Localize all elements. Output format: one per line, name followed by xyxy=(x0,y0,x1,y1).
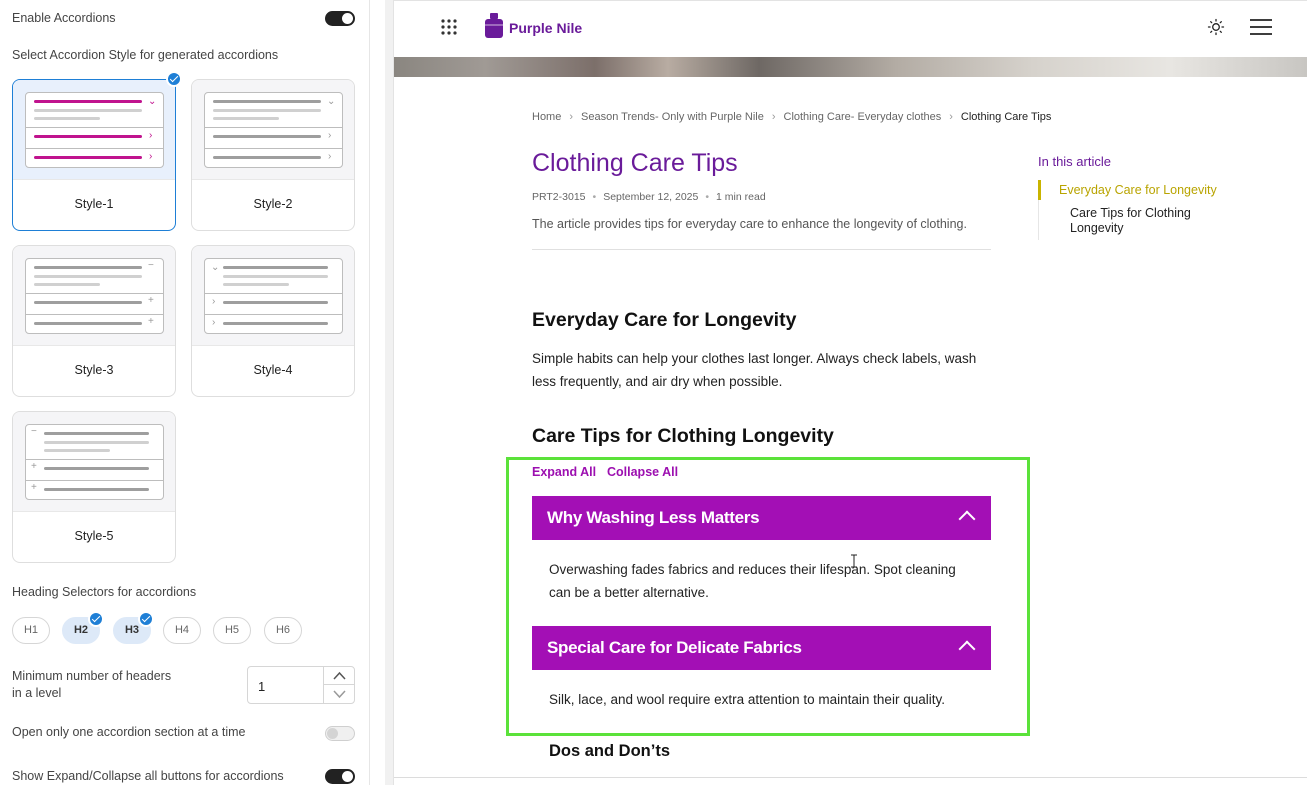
breadcrumb-season-trends[interactable]: Season Trends- Only with Purple Nile xyxy=(581,111,764,123)
breadcrumb-clothing-care[interactable]: Clothing Care- Everyday clothes xyxy=(784,111,942,123)
breadcrumb-current: Clothing Care Tips xyxy=(960,111,1052,123)
heading-h4-pill[interactable]: H4 xyxy=(163,617,201,644)
heading-h1-pill[interactable]: H1 xyxy=(12,617,50,644)
accordion-body-delicate: Silk, lace, and wool require extra atten… xyxy=(549,692,945,707)
accordion-body-washing: Overwashing fades fabrics and reduces th… xyxy=(549,562,956,600)
panel-divider[interactable] xyxy=(385,0,393,785)
min-headers-label: Minimum number of headers xyxy=(12,669,172,683)
accordion-title: Special Care for Delicate Fabrics xyxy=(547,638,802,657)
style-2-preview: ⌄ › › xyxy=(192,80,354,180)
style-4-card[interactable]: ⌄ › › Style-4 xyxy=(191,245,355,397)
section-text-everyday-care: Simple habits can help your clothes last… xyxy=(532,351,977,389)
breadcrumb-separator-icon: › xyxy=(569,111,574,123)
table-of-contents: In this article Everyday Care for Longev… xyxy=(1038,154,1238,240)
h3-check-icon xyxy=(138,611,154,627)
breadcrumb-separator-icon: › xyxy=(771,111,776,123)
style-1-card[interactable]: ⌄ › › Style-1 xyxy=(12,79,176,231)
toc-item-everyday-care[interactable]: Everyday Care for Longevity xyxy=(1059,183,1217,197)
chevron-up-icon xyxy=(958,640,976,658)
style-3-label: Style-3 xyxy=(74,363,114,377)
text-cursor-icon xyxy=(851,554,857,568)
article-date: September 12, 2025 xyxy=(603,191,699,203)
select-style-label: Select Accordion Style for generated acc… xyxy=(12,48,279,62)
style-5-label: Style-5 xyxy=(74,529,114,543)
brand-name[interactable]: Purple Nile xyxy=(509,20,582,36)
style-4-label: Style-4 xyxy=(253,363,293,377)
chevron-up-icon xyxy=(958,510,976,528)
menu-hamburger-icon[interactable] xyxy=(1250,18,1272,36)
article-read-time: 1 min read xyxy=(716,191,766,203)
breadcrumb-separator-icon: › xyxy=(949,111,953,123)
chevron-down-icon xyxy=(333,690,346,699)
brand-logo-icon[interactable] xyxy=(484,12,504,39)
style-3-card[interactable]: − + + Style-3 xyxy=(12,245,176,397)
style-1-preview: ⌄ › › xyxy=(13,80,175,180)
min-headers-value: 1 xyxy=(258,679,266,694)
show-expand-label: Show Expand/Collapse all buttons for acc… xyxy=(12,769,284,783)
expand-all-button[interactable]: Expand All xyxy=(532,465,596,479)
min-headers-stepper[interactable]: 1 xyxy=(247,666,355,704)
open-one-toggle[interactable] xyxy=(325,726,355,741)
accordion-header-washing[interactable]: Why Washing Less Matters xyxy=(532,496,991,540)
style-2-card[interactable]: ⌄ › › Style-2 xyxy=(191,79,355,231)
style-5-card[interactable]: − + + Style-5 xyxy=(12,411,176,563)
style-1-label: Style-1 xyxy=(74,197,114,211)
style-3-preview: − + + xyxy=(13,246,175,346)
toc-heading: In this article xyxy=(1038,154,1111,169)
chevron-up-icon xyxy=(333,671,346,680)
article-title: Clothing Care Tips xyxy=(532,149,738,177)
bottom-divider xyxy=(394,777,1307,778)
subheading-dos-donts: Dos and Don’ts xyxy=(549,742,671,760)
hero-banner-image xyxy=(394,57,1307,77)
enable-accordions-toggle[interactable] xyxy=(325,11,355,26)
breadcrumb-home[interactable]: Home xyxy=(532,111,561,123)
heading-h6-pill[interactable]: H6 xyxy=(264,617,302,644)
selected-check-icon xyxy=(166,71,182,87)
style-4-preview: ⌄ › › xyxy=(192,246,354,346)
open-one-label: Open only one accordion section at a tim… xyxy=(12,725,246,739)
theme-sun-icon[interactable] xyxy=(1207,18,1225,36)
collapse-all-button[interactable]: Collapse All xyxy=(607,465,678,479)
min-headers-label-2: in a level xyxy=(12,686,62,700)
h2-check-icon xyxy=(88,611,104,627)
app-grid-icon[interactable] xyxy=(440,18,458,36)
show-expand-toggle[interactable] xyxy=(325,769,355,784)
heading-selectors-label: Heading Selectors for accordions xyxy=(12,585,197,599)
toc-item-care-tips[interactable]: Care Tips for Clothing Longevity xyxy=(1070,206,1215,236)
heading-h5-pill[interactable]: H5 xyxy=(213,617,251,644)
stepper-down-button[interactable] xyxy=(324,685,354,703)
breadcrumb: Home › Season Trends- Only with Purple Nil… xyxy=(532,111,1051,123)
accordion-header-delicate[interactable]: Special Care for Delicate Fabrics xyxy=(532,626,991,670)
divider xyxy=(532,249,991,250)
enable-accordions-label: Enable Accordions xyxy=(12,11,116,25)
stepper-up-button[interactable] xyxy=(324,667,354,685)
article-preview: Purple Nile Home › Season Trends- Only wit… xyxy=(393,0,1307,785)
accordion-title: Why Washing Less Matters xyxy=(547,508,760,527)
article-meta: PRT2-3015 • September 12, 2025 • 1 min read xyxy=(532,191,766,203)
section-heading-care-tips: Care Tips for Clothing Longevity xyxy=(532,425,834,447)
article-id: PRT2-3015 xyxy=(532,191,586,203)
settings-panel: Enable Accordions Select Accordion Style… xyxy=(0,0,370,785)
article-description: The article provides tips for everyday c… xyxy=(532,217,967,231)
section-heading-everyday-care: Everyday Care for Longevity xyxy=(532,309,797,331)
style-2-label: Style-2 xyxy=(253,197,293,211)
style-5-preview: − + + xyxy=(13,412,175,512)
